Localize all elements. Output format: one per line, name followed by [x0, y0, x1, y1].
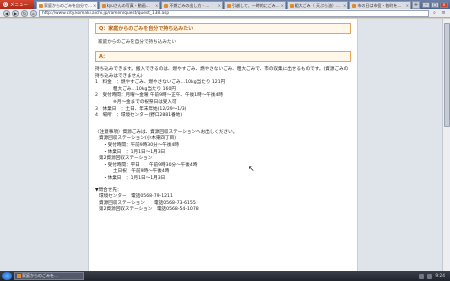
browser-icon: [17, 274, 21, 278]
tab-label: 不燃ごみの出し方 - …: [169, 2, 210, 8]
close-tab-icon[interactable]: ×: [406, 3, 410, 8]
taskbar-item-label: 家庭からのごみを…: [22, 273, 58, 278]
answer-line: 持ち込みできます。搬入できるのは、燃やすごみ、燃やさないごみ、粗大ごみで、市の収…: [95, 67, 349, 79]
taskbar: 家庭からのごみを… 9:24: [0, 271, 450, 281]
address-bar[interactable]: http://www.city.komaki.aichi.jp/ramen/qu…: [39, 9, 429, 17]
answer-heading: A：: [95, 51, 351, 62]
browser-tab[interactable]: 不燃ごみの出し方 - … ×: [161, 1, 224, 9]
page-viewport: Q：家庭からのごみを自分で持ち込みたい 家庭からのごみを自分で持ち込みたい A：…: [0, 19, 450, 271]
answer-line: 資源回収ステーション(小木東四丁目): [99, 136, 176, 142]
close-tab-icon[interactable]: ×: [343, 3, 347, 8]
question-heading: Q：家庭からのごみを自分で持ち込みたい: [95, 23, 351, 34]
browser-tab[interactable]: 家庭からのごみを自分で… ×: [36, 1, 98, 9]
volume-icon[interactable]: [427, 273, 433, 279]
tab-label: 引越して、一時的にごみ…: [232, 2, 280, 8]
browser-menu-label: メニュー: [10, 2, 28, 8]
browser-tab[interactable]: kyuさんの写真・動画… ×: [98, 1, 161, 9]
minimize-button[interactable]: –: [422, 1, 430, 8]
answer-line: 2 受付時間：月曜～金曜 午前9時～正午、午後1時～午後4時: [95, 93, 223, 99]
start-button[interactable]: [2, 272, 12, 280]
browser-title-bar: O メニュー 家庭からのごみを自分で… × kyuさんの写真・動画… × 不燃ごみの出し…: [0, 0, 450, 9]
reload-button[interactable]: ↻: [21, 9, 28, 17]
browser-tab[interactable]: 市の日は市役・各町を… ×: [349, 1, 412, 9]
answer-line: 第2資源回収ステーション 電話0568-54-1078: [99, 207, 199, 213]
answer-body: 持ち込みできます。搬入できるのは、燃やすごみ、燃やさないごみ、粗大ごみで、市の収…: [95, 67, 351, 214]
tab-label: 粗大ごみ（ 天ぷら油）…: [294, 2, 340, 8]
mouse-cursor-icon: ↖: [248, 164, 255, 173]
opera-logo-icon: O: [3, 1, 8, 7]
browser-tab[interactable]: 粗大ごみ（ 天ぷら油）… ×: [286, 1, 349, 9]
tab-favicon-icon: [227, 3, 232, 8]
system-tray: 9:24: [419, 273, 448, 279]
clock: 9:24: [435, 273, 445, 279]
forward-button[interactable]: ▶: [12, 9, 19, 17]
answer-line: 4 場所 ：環境センター(野口2881番地): [95, 113, 183, 119]
answer-line: 1 料金 ：燃やすごみ、燃やさないごみ…10kg当たり 121円: [95, 80, 226, 86]
vertical-scrollbar[interactable]: [442, 19, 450, 271]
tab-strip: 家庭からのごみを自分で… × kyuさんの写真・動画… × 不燃ごみの出し方 - … × 引…: [34, 0, 421, 9]
back-button[interactable]: ◀: [3, 9, 10, 17]
answer-line: 環境センター 電話0568-79-1211: [99, 194, 173, 200]
taskbar-item-browser[interactable]: 家庭からのごみを…: [14, 272, 84, 280]
close-tab-icon[interactable]: ×: [281, 3, 285, 8]
answer-line: ※月～金までの祝祭日は受入可: [113, 99, 177, 105]
question-subtext: 家庭からのごみを自分で持ち込みたい: [98, 40, 177, 45]
close-tab-icon[interactable]: ×: [218, 3, 222, 8]
new-tab-button[interactable]: +: [412, 1, 421, 9]
maximize-button[interactable]: □: [431, 1, 439, 8]
browser-menu-button[interactable]: O メニュー: [0, 0, 34, 9]
window-controls: – □ ×: [420, 1, 450, 8]
home-button[interactable]: ⌂: [30, 9, 37, 17]
answer-line: 土日祝 午前9時～午後4時: [113, 169, 170, 175]
answer-line: 第2資源回収ステーション: [99, 156, 153, 162]
tab-label: 家庭からのごみを自分で…: [44, 2, 92, 8]
scrollbar-thumb[interactable]: [444, 23, 450, 127]
tab-favicon-icon: [289, 3, 294, 8]
network-icon[interactable]: [419, 273, 425, 279]
tab-favicon-icon: [164, 3, 169, 8]
answer-line: ・休業日 ：1月1日～1月3日: [103, 175, 166, 181]
tab-label: 市の日は市役・各町を…: [357, 2, 402, 8]
browser-tab[interactable]: 引越して、一時的にごみ… ×: [224, 1, 286, 9]
navigation-bar: ◀ ▶ ↻ ⌂ http://www.city.komaki.aichi.jp/…: [0, 9, 450, 18]
answer-line: ・受付時間：午前9時30分～午後4時: [103, 142, 180, 148]
faq-page: Q：家庭からのごみを自分で持ち込みたい 家庭からのごみを自分で持ち込みたい A：…: [88, 19, 358, 271]
menu-icon[interactable]: ≡: [440, 10, 447, 17]
close-tab-icon[interactable]: ×: [155, 3, 159, 8]
tab-label: kyuさんの写真・動画…: [106, 2, 150, 8]
tab-favicon-icon: [39, 3, 43, 8]
close-window-button[interactable]: ×: [440, 1, 448, 8]
close-tab-icon[interactable]: ×: [93, 3, 97, 8]
search-icon[interactable]: ⌕: [431, 10, 438, 17]
tab-favicon-icon: [352, 3, 357, 8]
tab-favicon-icon: [101, 3, 106, 8]
